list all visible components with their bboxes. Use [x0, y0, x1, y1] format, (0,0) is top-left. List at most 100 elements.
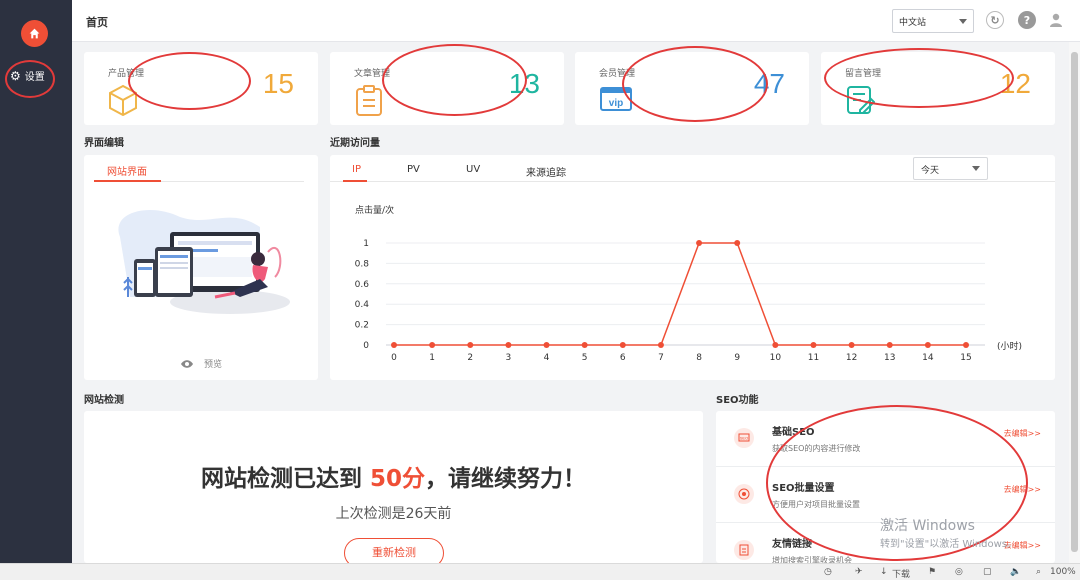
site-select-value: 中文站 [899, 18, 927, 28]
ui-edit-panel: 网站界面 预览 [84, 155, 318, 380]
data-point [657, 342, 664, 348]
y-tick-label: 0.8 [355, 259, 370, 269]
detection-headline-prefix: 网站检测已达到 [200, 466, 370, 492]
download-label[interactable]: 下载 [892, 567, 910, 580]
data-point [734, 240, 741, 246]
y-tick-label: 1 [363, 239, 369, 249]
annotation-circle [824, 48, 1014, 108]
data-point [963, 342, 969, 348]
tab-source-tracking[interactable]: 来源追踪 [526, 164, 566, 179]
tab-uv[interactable]: UV [466, 164, 480, 175]
help-icon[interactable]: ? [1018, 11, 1036, 29]
home-button[interactable] [21, 20, 48, 47]
data-point [505, 342, 512, 348]
x-tick-label: 1 [429, 353, 435, 363]
user-icon[interactable] [1048, 11, 1066, 29]
annotation-circle [382, 44, 527, 116]
x-tick-label: 15 [960, 353, 971, 363]
scrollbar[interactable] [1069, 42, 1080, 563]
chevron-down-icon [959, 19, 967, 24]
detection-headline: 网站检测已达到 50分，请继续努力！ [84, 459, 703, 493]
svg-text:SEO: SEO [740, 436, 748, 441]
detection-subtitle: 上次检测是26天前 [335, 506, 452, 522]
x-axis-label: (小时) [997, 340, 1022, 352]
x-tick-label: 0 [391, 353, 397, 363]
x-tick-label: 9 [734, 353, 740, 363]
x-tick-label: 12 [846, 353, 857, 363]
seo-title: SEO功能 [716, 395, 759, 406]
data-point [619, 342, 626, 348]
annotation-circle [5, 60, 55, 98]
windows-watermark-sub: 转到"设置"以激活 Windows。 [880, 539, 1018, 550]
scrollbar-thumb[interactable] [1071, 52, 1078, 552]
detection-title: 网站检测 [84, 395, 124, 406]
flag-icon[interactable]: ⚑ [928, 567, 936, 577]
x-tick-label: 3 [506, 353, 512, 363]
x-tick-label: 8 [696, 353, 702, 363]
page-title: 首页 [86, 16, 108, 29]
history-icon[interactable]: ◷ [824, 567, 832, 577]
data-point [429, 342, 436, 348]
visits-panel: 今天 点击量/次 0 0.2 0.4 0.6 0.8 1 0 1 2 3 4 5 6 7 8 9 10 11 12 1… [330, 155, 1055, 380]
data-point [543, 342, 550, 348]
data-point [924, 342, 931, 348]
tab-pv[interactable]: PV [407, 164, 420, 175]
line-chart: 00.20.40.60.810 1 2 3 4 5 6 7 8 9 10 11 12 13 14 15(小时) [355, 239, 1022, 363]
x-tick-label: 7 [658, 353, 664, 363]
devices-illustration [118, 209, 290, 314]
x-tick-label: 6 [620, 353, 626, 363]
tab-active-underline [94, 180, 161, 182]
recheck-button[interactable]: 重新检测 [344, 538, 444, 563]
preview-button[interactable]: 预览 [180, 357, 222, 370]
eye-icon [181, 359, 193, 368]
window-icon[interactable]: ▢ [983, 567, 992, 577]
series-line [394, 242, 966, 346]
speaker-icon[interactable]: 🔈 [1010, 567, 1021, 577]
refresh-icon[interactable]: ↻ [986, 11, 1004, 29]
site-select[interactable]: 中文站 [892, 9, 974, 33]
download-icon[interactable]: ↓ [880, 567, 888, 577]
visits-title: 近期访问量 [330, 138, 380, 149]
browser-icon[interactable]: ◎ [955, 567, 963, 577]
link-doc-icon [734, 540, 754, 560]
pin-icon[interactable]: ✈ [855, 567, 863, 577]
x-tick-label: 10 [770, 353, 782, 363]
data-point [581, 342, 588, 348]
seo-icon: SEO [734, 428, 754, 448]
target-icon [734, 484, 754, 504]
annotation-circle [128, 52, 251, 110]
x-tick-label: 13 [884, 353, 895, 363]
data-point [810, 342, 817, 348]
x-tick-label: 11 [808, 353, 819, 363]
data-point [696, 240, 703, 246]
ui-edit-title: 界面编辑 [84, 138, 124, 149]
windows-watermark: 激活 Windows [880, 518, 975, 534]
clipboard-icon [356, 85, 382, 116]
home-icon [29, 28, 40, 39]
seo-item-desc: 增加搜索引擎收录机会 [772, 556, 852, 563]
sidebar: ⚙ 设置 [0, 0, 72, 563]
detection-score: 50分 [370, 466, 426, 492]
stat-value: 15 [262, 68, 294, 99]
data-point [391, 342, 397, 348]
top-bar: 首页 中文站 ↻ ? [72, 0, 1080, 42]
y-tick-label: 0.2 [355, 321, 369, 331]
data-point [772, 342, 779, 348]
annotation-circle [622, 46, 768, 122]
x-tick-label: 2 [467, 353, 473, 363]
zoom-icon: ⌕ [1036, 567, 1042, 577]
preview-label: 预览 [204, 360, 223, 370]
x-tick-label: 5 [582, 353, 588, 363]
y-tick-label: 0.4 [355, 300, 370, 310]
edit-link[interactable]: 去编辑>> [1004, 428, 1041, 439]
svg-text:vip: vip [609, 98, 623, 109]
y-tick-label: 0 [363, 341, 369, 351]
tab-website-ui[interactable]: 网站界面 [107, 163, 147, 178]
zoom-level: 100% [1050, 567, 1076, 577]
data-point [886, 342, 893, 348]
data-point [848, 342, 855, 348]
tab-ip[interactable]: IP [352, 164, 361, 175]
x-tick-label: 14 [922, 353, 934, 363]
y-tick-label: 0.6 [355, 280, 370, 290]
status-bar: ◷ ✈ ↓ 下载 ⚑ ◎ ▢ 🔈 ⌕ 100% [0, 563, 1080, 580]
